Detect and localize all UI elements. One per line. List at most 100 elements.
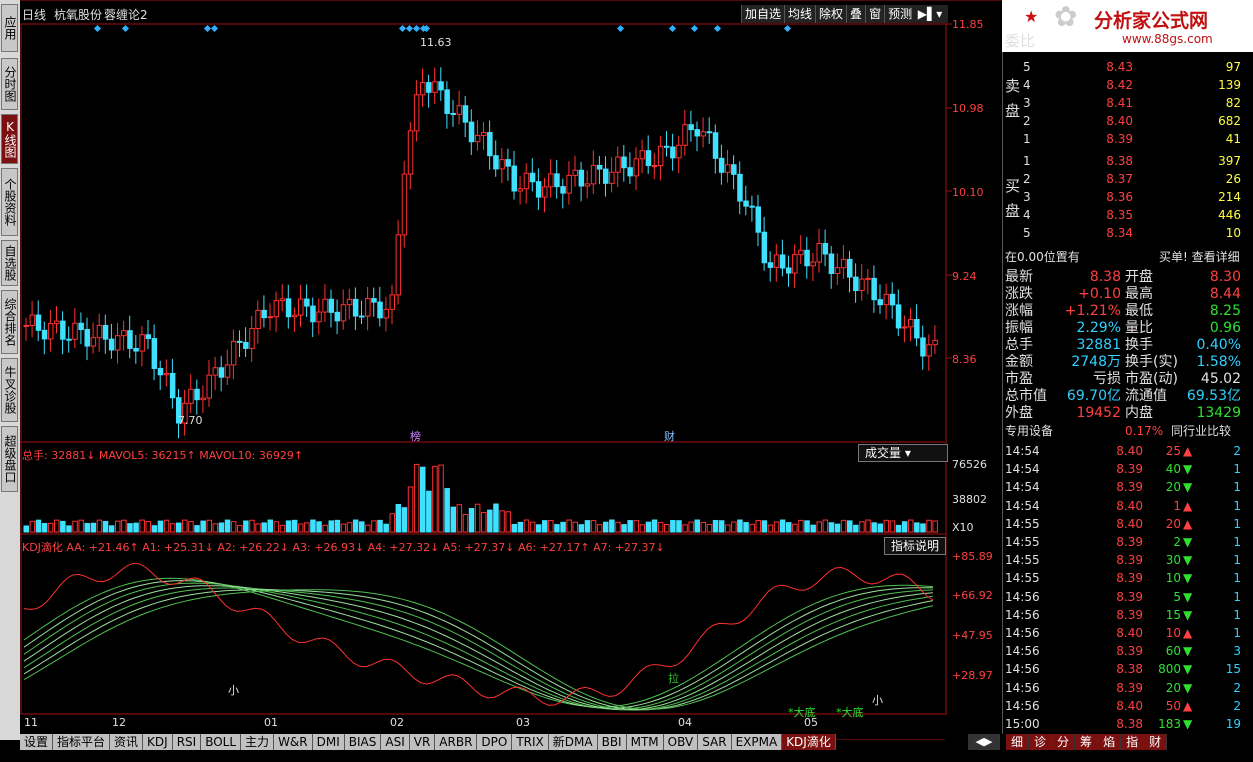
- high-price-label: 11.63: [420, 36, 452, 49]
- tick-time: 14:55: [1005, 516, 1040, 531]
- toolbar-expand-icon[interactable]: ▶▌▾: [912, 5, 948, 23]
- indicator-tab-12[interactable]: ARBR: [435, 734, 478, 750]
- stat-label: 涨幅: [1005, 303, 1033, 319]
- indicator-tab-9[interactable]: BIAS: [344, 734, 382, 750]
- logo-text: 分析家公式网: [1094, 10, 1209, 32]
- kdj-axis-3: +47.95: [952, 629, 993, 642]
- indicator-tab-17[interactable]: MTM: [626, 734, 664, 750]
- month-label-1: 12: [112, 716, 126, 729]
- price-axis-1: 10.98: [952, 102, 984, 115]
- volume-select[interactable]: 成交量 ▾: [858, 444, 948, 462]
- indicator-tab-13[interactable]: DPO: [477, 734, 513, 750]
- stat-row-1: 涨跌 +0.10 最高 8.44: [1003, 285, 1243, 303]
- indicator-tab-16[interactable]: BBI: [597, 734, 627, 750]
- tick-price: 8.40: [1116, 498, 1143, 513]
- sell-row-2: 3 8.41 82: [1003, 94, 1243, 112]
- right-tab-2[interactable]: 分: [1052, 734, 1076, 750]
- arrow-down-icon: ▼: [1183, 553, 1193, 568]
- sell-price: 8.41: [1106, 96, 1133, 110]
- toolbar-btn-1[interactable]: 均线: [784, 5, 815, 23]
- indicator-tab-19[interactable]: SAR: [698, 734, 732, 750]
- kline-chart[interactable]: [20, 0, 1002, 740]
- tick-row-1: 14:54 8.39 40 ▼ 1: [1003, 460, 1243, 478]
- arrow-down-icon: ▼: [1183, 480, 1193, 495]
- stat-label: 涨跌: [1005, 286, 1033, 302]
- tick-price: 8.39: [1116, 607, 1143, 622]
- indicator-tab-4[interactable]: RSI: [172, 734, 202, 750]
- indicator-tab-6[interactable]: 主力: [241, 734, 275, 750]
- arrow-up-icon: ▲: [1183, 444, 1193, 458]
- left-tab-7[interactable]: 超级盘口: [1, 426, 18, 492]
- indicator-tab-2[interactable]: 资讯: [110, 734, 144, 750]
- tick-time: 14:56: [1005, 698, 1040, 713]
- left-tab-4[interactable]: 自选股: [1, 240, 18, 286]
- mark-bang[interactable]: 榜: [410, 428, 421, 444]
- right-tab-1[interactable]: 诊: [1029, 734, 1053, 750]
- tick-volume: 15: [1165, 607, 1181, 622]
- tick-price: 8.40: [1116, 444, 1143, 458]
- left-tab-1[interactable]: 分时图: [1, 58, 18, 110]
- right-tab-4[interactable]: 焰: [1098, 734, 1122, 750]
- tick-price: 8.39: [1116, 644, 1143, 659]
- indicator-tab-18[interactable]: OBV: [663, 734, 699, 750]
- tick-count: 2: [1233, 698, 1241, 713]
- left-tab-5[interactable]: 综合排名: [1, 290, 18, 354]
- toolbar-btn-4[interactable]: 窗: [865, 5, 884, 23]
- indicator-tab-5[interactable]: BOLL: [201, 734, 242, 750]
- indicator-tab-14[interactable]: TRIX: [512, 734, 549, 750]
- tick-count: 19: [1225, 717, 1241, 731]
- indicator-tab-0[interactable]: 设置: [20, 734, 54, 750]
- stat-value: 2748万: [1071, 354, 1121, 370]
- indicator-tab-8[interactable]: DMI: [312, 734, 345, 750]
- tick-time: 14:56: [1005, 644, 1040, 659]
- sell-level: 5: [1023, 60, 1031, 74]
- mark-cai[interactable]: 财: [664, 428, 675, 444]
- right-tab-6[interactable]: 财: [1144, 734, 1168, 750]
- month-label-4: 03: [516, 716, 530, 729]
- tick-count: 1: [1233, 516, 1241, 531]
- indicator-tab-15[interactable]: 新DMA: [548, 734, 598, 750]
- star-icon: ★: [1024, 7, 1039, 26]
- indicator-tab-11[interactable]: VR: [409, 734, 436, 750]
- tick-volume: 10: [1165, 571, 1181, 586]
- indicator-tab-20[interactable]: EXPMA: [731, 734, 783, 750]
- sell-row-0: 5 8.43 97: [1003, 58, 1243, 76]
- toolbar-btn-5[interactable]: 预测: [884, 5, 915, 23]
- right-tab-5[interactable]: 指: [1121, 734, 1145, 750]
- stat-value-2: 8.44: [1209, 286, 1241, 302]
- toolbar-btn-3[interactable]: 叠: [846, 5, 865, 23]
- left-tab-3[interactable]: 个股资料: [1, 168, 18, 236]
- right-tab-0[interactable]: 细: [1006, 734, 1030, 750]
- indicator-tab-21[interactable]: KDJ滴化: [782, 734, 836, 750]
- right-tab-3[interactable]: 筹: [1075, 734, 1099, 750]
- tick-volume: 20: [1165, 480, 1181, 495]
- sell-volume: 41: [1225, 132, 1241, 146]
- stat-row-6: 市盈 亏损 市盈(动) 45.02: [1003, 370, 1243, 388]
- scroll-arrows-icon[interactable]: ◀▶: [968, 734, 1000, 750]
- indicator-tab-1[interactable]: 指标平台: [53, 734, 111, 750]
- toolbar-btn-0[interactable]: 加自选: [741, 5, 784, 23]
- tick-row-14: 14:56 8.40 50 ▲ 2: [1003, 697, 1243, 715]
- indicator-tab-bar: 设置 指标平台 资讯 KDJ RSI BOLL 主力 W&R DMI BIAS ASI VR ARBR D…: [20, 734, 836, 750]
- stat-row-8: 外盘 19452 内盘 13429: [1003, 404, 1243, 422]
- buy-row-1: 2 8.37 26: [1003, 170, 1243, 188]
- indicator-tab-7[interactable]: W&R: [274, 734, 313, 750]
- industry-pct: 0.17%: [1125, 424, 1164, 438]
- stat-label: 振幅: [1005, 320, 1033, 336]
- left-tab-2[interactable]: K线图: [1, 114, 18, 164]
- stat-label-2: 最低: [1125, 303, 1153, 319]
- left-tab-0[interactable]: 应用: [1, 4, 18, 52]
- sell-price: 8.42: [1106, 78, 1133, 92]
- tick-price: 8.38: [1116, 662, 1143, 677]
- stat-label: 总市值: [1005, 388, 1047, 404]
- indicator-help-button[interactable]: 指标说明: [884, 537, 947, 555]
- indicator-tab-3[interactable]: KDJ: [143, 734, 173, 750]
- tick-time: 14:56: [1005, 626, 1040, 640]
- left-tab-6[interactable]: 牛叉诊股: [1, 358, 18, 422]
- arrow-down-icon: ▼: [1183, 571, 1193, 586]
- tick-count: 1: [1233, 553, 1241, 568]
- indicator-tab-10[interactable]: ASI: [381, 734, 410, 750]
- toolbar-btn-2[interactable]: 除权: [815, 5, 846, 23]
- kdj-axis-1: +85.89: [952, 550, 993, 563]
- stat-label-2: 量比: [1125, 320, 1153, 336]
